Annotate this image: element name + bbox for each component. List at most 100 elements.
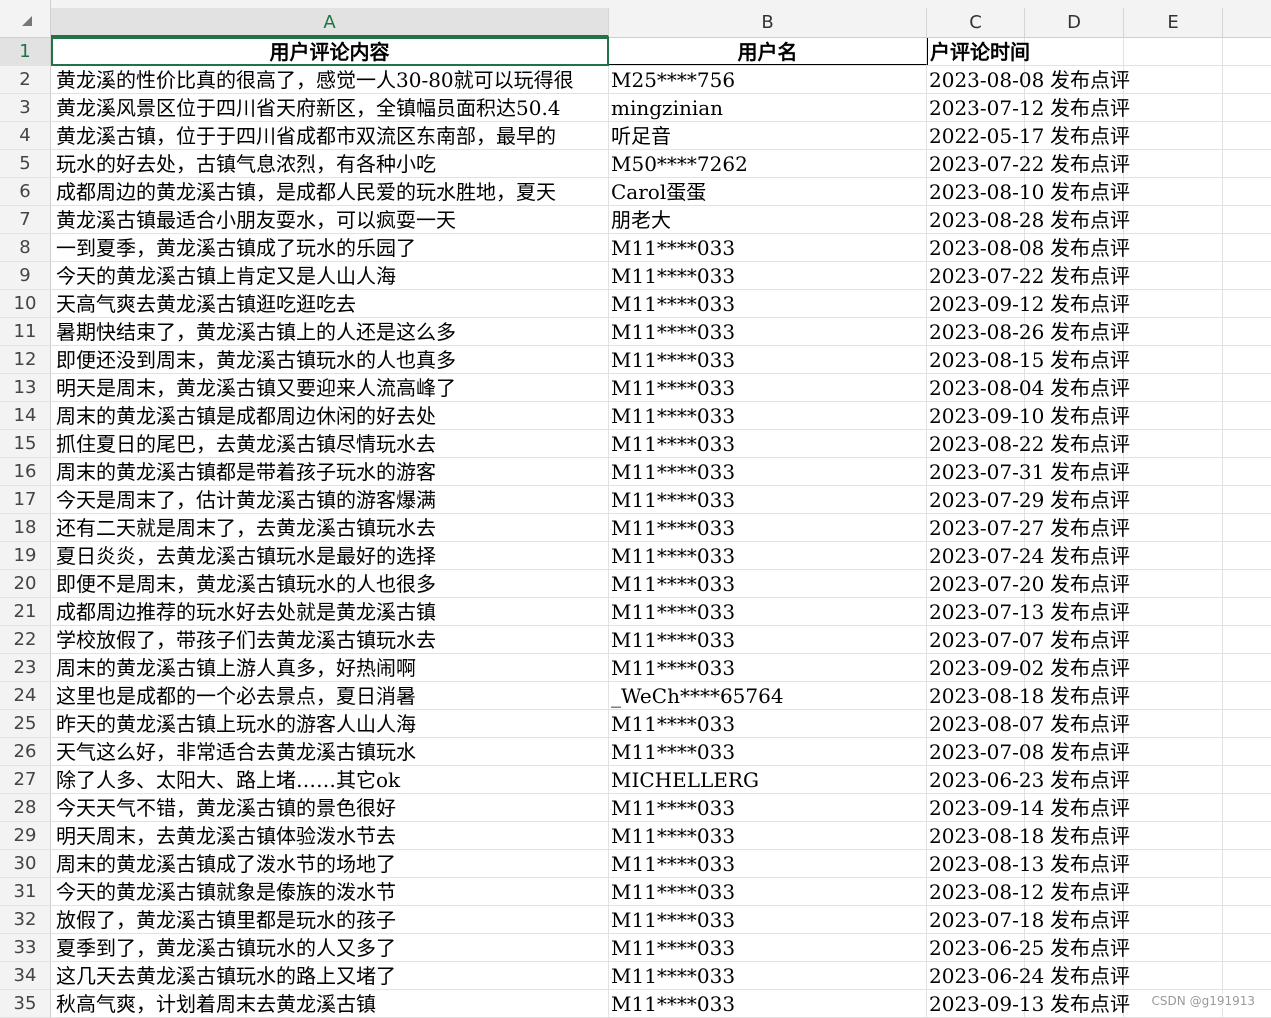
cell-empty[interactable] — [1124, 738, 1223, 765]
cell-date[interactable]: 2023-09-12 — [927, 290, 1044, 317]
cell-username[interactable]: M11****033 — [609, 262, 927, 289]
cell-a1[interactable]: 用户评论内容 — [51, 38, 609, 65]
cell-action[interactable]: 发布点评 — [1025, 374, 1130, 401]
cell-comment[interactable]: 周末的黄龙溪古镇是成都周边休闲的好去处 — [51, 402, 609, 429]
cell-date[interactable]: 2023-07-20 — [927, 570, 1044, 597]
row-header[interactable]: 29 — [0, 822, 51, 850]
cell-username[interactable]: M11****033 — [609, 654, 927, 681]
cell-comment[interactable]: 玩水的好去处，古镇气息浓烈，有各种小吃 — [51, 150, 609, 177]
select-all-corner[interactable] — [0, 0, 51, 37]
cell-date[interactable]: 2023-07-29 — [927, 486, 1044, 513]
cell-date[interactable]: 2023-07-24 — [927, 542, 1044, 569]
row-header[interactable]: 31 — [0, 878, 51, 906]
cell-username[interactable]: M11****033 — [609, 710, 927, 737]
row-header[interactable]: 17 — [0, 486, 51, 514]
cell-username[interactable]: M11****033 — [609, 430, 927, 457]
cell-date[interactable]: 2023-08-04 — [927, 374, 1044, 401]
column-header-e[interactable]: E — [1124, 8, 1223, 37]
cell-username[interactable]: MICHELLERG — [609, 766, 927, 793]
cell-action[interactable]: 发布点评 — [1025, 458, 1130, 485]
column-header-c[interactable]: C — [927, 8, 1025, 37]
cell-date[interactable]: 2023-06-25 — [927, 934, 1044, 961]
row-header[interactable]: 3 — [0, 94, 51, 122]
cell-action[interactable]: 发布点评 — [1025, 486, 1130, 513]
cell-comment[interactable]: 暑期快结束了，黄龙溪古镇上的人还是这么多 — [51, 318, 609, 345]
cell-empty[interactable] — [1124, 178, 1223, 205]
cell-username[interactable]: mingzinian — [609, 94, 927, 121]
row-header[interactable]: 7 — [0, 206, 51, 234]
cell-username[interactable]: M11****033 — [609, 402, 927, 429]
cell-empty[interactable] — [1124, 766, 1223, 793]
cell-username[interactable]: M11****033 — [609, 318, 927, 345]
cell-action[interactable]: 发布点评 — [1025, 178, 1130, 205]
row-header[interactable]: 33 — [0, 934, 51, 962]
cell-action[interactable]: 发布点评 — [1025, 262, 1130, 289]
cell-comment[interactable]: 一到夏季，黄龙溪古镇成了玩水的乐园了 — [51, 234, 609, 261]
cell-date[interactable]: 2023-08-15 — [927, 346, 1044, 373]
cell-empty[interactable] — [1124, 598, 1223, 625]
cell-comment[interactable]: 今天的黄龙溪古镇上肯定又是人山人海 — [51, 262, 609, 289]
cell-date[interactable]: 2023-06-23 — [927, 766, 1044, 793]
row-header[interactable]: 16 — [0, 458, 51, 486]
cell-comment[interactable]: 黄龙溪风景区位于四川省天府新区，全镇幅员面积达50.4 — [51, 94, 609, 121]
cell-comment[interactable]: 成都周边推荐的玩水好去处就是黄龙溪古镇 — [51, 598, 609, 625]
row-header[interactable]: 24 — [0, 682, 51, 710]
cell-action[interactable]: 发布点评 — [1025, 934, 1130, 961]
cell-action[interactable]: 发布点评 — [1025, 542, 1130, 569]
row-header-1[interactable]: 1 — [0, 38, 51, 66]
cell-comment[interactable]: 夏季到了，黄龙溪古镇玩水的人又多了 — [51, 934, 609, 961]
row-header[interactable]: 23 — [0, 654, 51, 682]
column-header-b[interactable]: B — [609, 8, 927, 37]
cell-username[interactable]: M11****033 — [609, 906, 927, 933]
cell-action[interactable]: 发布点评 — [1025, 682, 1130, 709]
cell-empty[interactable] — [1124, 262, 1223, 289]
cell-username[interactable]: M11****033 — [609, 598, 927, 625]
cell-username[interactable]: M11****033 — [609, 514, 927, 541]
cell-empty[interactable] — [1124, 206, 1223, 233]
cell-username[interactable]: M11****033 — [609, 794, 927, 821]
cell-action[interactable]: 发布点评 — [1025, 962, 1130, 989]
cell-date[interactable]: 2023-07-13 — [927, 598, 1044, 625]
cell-username[interactable]: M11****033 — [609, 850, 927, 877]
row-header[interactable]: 10 — [0, 290, 51, 318]
cell-comment[interactable]: 这里也是成都的一个必去景点，夏日消暑 — [51, 682, 609, 709]
row-header[interactable]: 18 — [0, 514, 51, 542]
cell-comment[interactable]: 还有二天就是周末了，去黄龙溪古镇玩水去 — [51, 514, 609, 541]
row-header[interactable]: 8 — [0, 234, 51, 262]
cell-comment[interactable]: 即便不是周末，黄龙溪古镇玩水的人也很多 — [51, 570, 609, 597]
cell-username[interactable]: M11****033 — [609, 878, 927, 905]
row-header[interactable]: 2 — [0, 66, 51, 94]
cell-empty[interactable] — [1124, 654, 1223, 681]
cell-action[interactable]: 发布点评 — [1025, 346, 1130, 373]
cell-username[interactable]: M11****033 — [609, 374, 927, 401]
cell-username[interactable]: 朋老大 — [609, 206, 927, 233]
cell-username[interactable]: 听足音 — [609, 122, 927, 149]
row-header[interactable]: 35 — [0, 990, 51, 1018]
cell-empty[interactable] — [1124, 906, 1223, 933]
cell-username[interactable]: M11****033 — [609, 738, 927, 765]
cell-date[interactable]: 2023-07-07 — [927, 626, 1044, 653]
cell-comment[interactable]: 黄龙溪古镇，位于于四川省成都市双流区东南部，最早的 — [51, 122, 609, 149]
cell-date[interactable]: 2023-07-31 — [927, 458, 1044, 485]
cell-action[interactable]: 发布点评 — [1025, 654, 1130, 681]
cell-empty[interactable] — [1124, 822, 1223, 849]
cell-empty[interactable] — [1124, 682, 1223, 709]
cell-action[interactable]: 发布点评 — [1025, 206, 1130, 233]
cell-empty[interactable] — [1124, 570, 1223, 597]
cell-comment[interactable]: 学校放假了，带孩子们去黄龙溪古镇玩水去 — [51, 626, 609, 653]
cell-date[interactable]: 2023-08-26 — [927, 318, 1044, 345]
cell-comment[interactable]: 天高气爽去黄龙溪古镇逛吃逛吃去 — [51, 290, 609, 317]
cell-date[interactable]: 2023-07-27 — [927, 514, 1044, 541]
cell-action[interactable]: 发布点评 — [1025, 234, 1130, 261]
cell-date[interactable]: 2023-08-22 — [927, 430, 1044, 457]
row-header[interactable]: 22 — [0, 626, 51, 654]
row-header[interactable]: 5 — [0, 150, 51, 178]
row-header[interactable]: 12 — [0, 346, 51, 374]
cell-action[interactable]: 发布点评 — [1025, 318, 1130, 345]
cell-action[interactable]: 发布点评 — [1025, 598, 1130, 625]
cell-date[interactable]: 2023-08-07 — [927, 710, 1044, 737]
cell-username[interactable]: M11****033 — [609, 458, 927, 485]
cell-empty[interactable] — [1124, 374, 1223, 401]
cell-action[interactable]: 发布点评 — [1025, 766, 1130, 793]
cell-empty[interactable] — [1124, 458, 1223, 485]
